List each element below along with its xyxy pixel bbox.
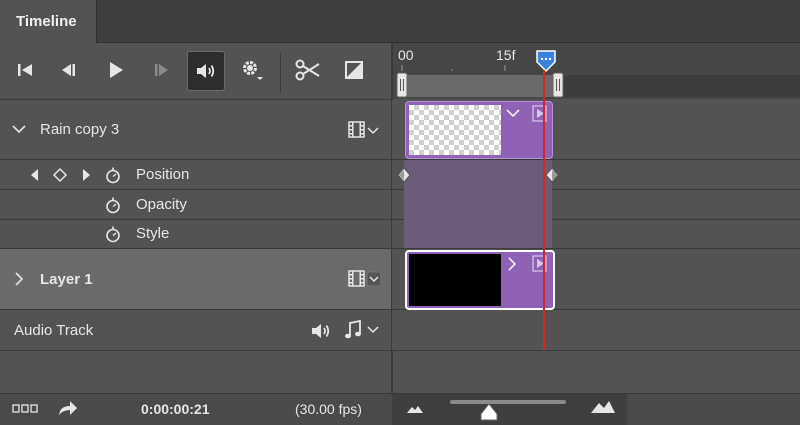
audio-track-label: Audio Track bbox=[14, 322, 94, 339]
audio-toggle-button[interactable] bbox=[187, 51, 225, 91]
frame-rate: (30.00 fps) bbox=[295, 401, 362, 417]
property-row-position[interactable]: Position bbox=[0, 160, 392, 190]
go-to-first-frame-button[interactable] bbox=[8, 51, 44, 89]
layer-row-layer-1[interactable]: Layer 1 bbox=[0, 249, 392, 310]
transition-button[interactable] bbox=[336, 51, 372, 89]
film-icon[interactable] bbox=[348, 120, 380, 140]
zoom-slider-thumb[interactable] bbox=[478, 402, 500, 422]
tab-bar: Timeline bbox=[0, 0, 800, 44]
prev-frame-button[interactable] bbox=[50, 51, 86, 89]
playhead-line bbox=[543, 70, 545, 350]
track-audio bbox=[392, 310, 800, 351]
audio-icon bbox=[197, 64, 215, 78]
footer-bar: 0:00:00:21 (30.00 fps) bbox=[0, 393, 800, 425]
render-icon bbox=[532, 105, 547, 122]
layer-name: Rain copy 3 bbox=[40, 121, 120, 138]
layer-row-rain-copy-3[interactable]: Rain copy 3 bbox=[0, 100, 392, 160]
prev-frame-icon bbox=[62, 64, 75, 76]
work-area-start-handle[interactable] bbox=[396, 72, 408, 98]
stopwatch-icon[interactable] bbox=[104, 196, 122, 214]
audio-icon[interactable] bbox=[310, 322, 332, 340]
chevron-right-icon[interactable] bbox=[14, 272, 24, 286]
work-area-bar[interactable] bbox=[404, 75, 558, 97]
go-to-first-frame-icon bbox=[18, 64, 32, 76]
frame-view-icon[interactable] bbox=[12, 403, 38, 415]
stopwatch-icon[interactable] bbox=[104, 225, 122, 243]
work-area-end-handle[interactable] bbox=[552, 72, 564, 98]
property-label: Opacity bbox=[136, 196, 187, 213]
property-label: Style bbox=[136, 225, 170, 242]
keyframe-icon[interactable] bbox=[545, 167, 559, 183]
clip-thumbnail bbox=[409, 105, 501, 155]
time-ruler[interactable]: 00 15f bbox=[392, 43, 800, 99]
next-frame-icon bbox=[155, 64, 168, 76]
next-frame-button[interactable] bbox=[144, 51, 180, 89]
music-note-icon[interactable] bbox=[344, 320, 380, 340]
play-button[interactable] bbox=[98, 51, 134, 89]
property-row-opacity[interactable]: Opacity bbox=[0, 190, 392, 220]
clip-thumbnail bbox=[409, 254, 501, 306]
tab-label: Timeline bbox=[16, 13, 77, 30]
tab-timeline[interactable]: Timeline bbox=[0, 0, 97, 44]
settings-button[interactable] bbox=[234, 51, 270, 89]
stopwatch-icon[interactable] bbox=[104, 166, 122, 184]
clip-property-region bbox=[404, 160, 552, 248]
scissors-icon bbox=[295, 59, 320, 81]
zoom-in-mountain-icon[interactable] bbox=[590, 399, 616, 415]
audio-track-row[interactable]: Audio Track bbox=[0, 310, 392, 351]
ruler-tick-marks bbox=[401, 65, 506, 73]
clip-rain-copy-3[interactable] bbox=[405, 101, 553, 159]
timeline-panel: Timeline 00 15f Rain copy 3 Position Opa… bbox=[0, 0, 800, 425]
keyframe-icon[interactable] bbox=[397, 167, 411, 183]
zoom-out-mountain-icon[interactable] bbox=[406, 404, 424, 414]
layer-name: Layer 1 bbox=[40, 271, 93, 288]
playhead-handle[interactable] bbox=[535, 49, 557, 73]
property-label: Position bbox=[136, 166, 190, 183]
chevron-down-icon[interactable] bbox=[506, 108, 520, 118]
gear-icon bbox=[243, 61, 263, 80]
zoom-slider-track[interactable] bbox=[450, 400, 566, 404]
chevron-right-icon[interactable] bbox=[507, 257, 517, 271]
convert-icon[interactable] bbox=[56, 398, 78, 418]
play-icon bbox=[110, 62, 123, 78]
timecode: 0:00:00:21 bbox=[141, 401, 210, 417]
clip-layer-1[interactable] bbox=[405, 250, 555, 310]
toolbar-separator bbox=[280, 53, 281, 93]
split-button[interactable] bbox=[290, 51, 326, 89]
transition-icon bbox=[345, 61, 363, 79]
render-icon bbox=[532, 255, 547, 272]
playback-controls bbox=[0, 43, 392, 100]
keyframe-navigator[interactable] bbox=[28, 167, 98, 183]
film-icon[interactable] bbox=[348, 269, 382, 289]
work-area-out-region bbox=[558, 75, 800, 97]
property-row-style[interactable]: Style bbox=[0, 220, 392, 249]
chevron-down-icon[interactable] bbox=[12, 124, 26, 134]
